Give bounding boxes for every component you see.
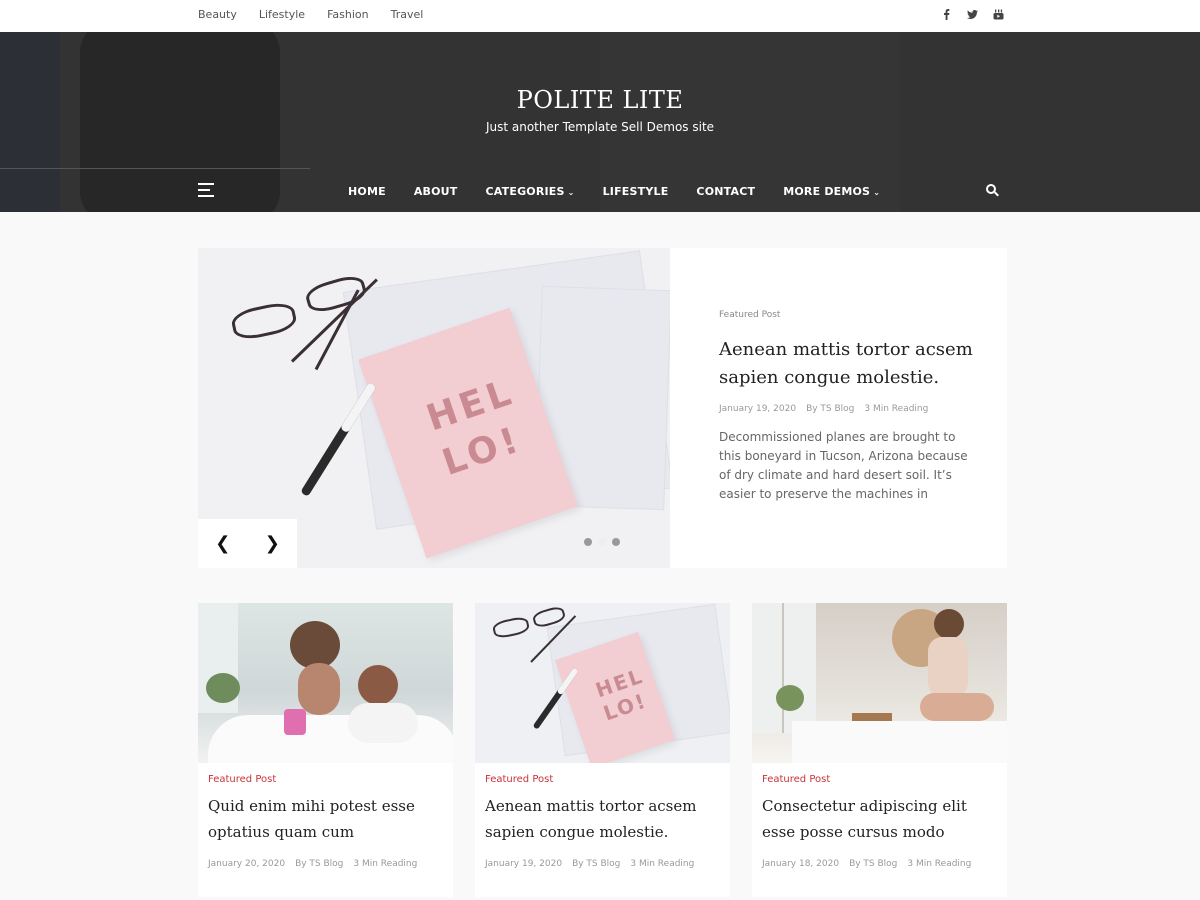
site-title[interactable]: POLITE LITE: [0, 86, 1200, 114]
featured-content: Featured Post Aenean mattis tortor acsem…: [719, 310, 979, 504]
top-bar: Beauty Lifestyle Fashion Travel: [0, 0, 1200, 32]
nav-item-contact[interactable]: CONTACT: [696, 185, 755, 198]
site-header: POLITE LITE Just another Template Sell D…: [0, 32, 1200, 212]
nav-label: HOME: [348, 185, 386, 198]
prev-arrow-icon[interactable]: ❮: [215, 533, 230, 554]
bathtub-shape: [792, 721, 1007, 763]
nav-item-about[interactable]: ABOUT: [414, 185, 458, 198]
facebook-icon[interactable]: [940, 8, 952, 20]
card-body: Featured Post Quid enim mihi potest esse…: [198, 763, 453, 880]
top-link-beauty[interactable]: Beauty: [198, 8, 237, 21]
slider-dots: [584, 538, 620, 546]
nav-item-home[interactable]: HOME: [348, 185, 386, 198]
nav-label: CONTACT: [696, 185, 756, 198]
post-thumbnail[interactable]: [752, 603, 1007, 763]
person-shape: [934, 609, 964, 639]
post-date: January 18, 2020: [762, 859, 840, 869]
featured-title[interactable]: Aenean mattis tortor acsem sapien congue…: [719, 336, 979, 392]
person-shape: [358, 665, 398, 705]
person-shape: [348, 703, 418, 743]
card-category[interactable]: Featured Post: [208, 774, 443, 785]
post-thumbnail[interactable]: HEL LO!: [475, 603, 730, 763]
glasses-icon: [229, 299, 299, 343]
slider-dot[interactable]: [598, 538, 606, 546]
next-arrow-icon[interactable]: ❯: [265, 533, 280, 554]
post-author[interactable]: By TS Blog: [295, 859, 343, 869]
reading-time: 3 Min Reading: [907, 859, 972, 869]
post-author[interactable]: By TS Blog: [806, 404, 854, 414]
search-icon[interactable]: [986, 184, 1000, 198]
window-frame: [782, 603, 784, 733]
slider-controls: ❮ ❯: [198, 519, 297, 568]
card-meta: January 20, 2020 By TS Blog 3 Min Readin…: [208, 859, 443, 869]
plant-shape: [206, 673, 240, 703]
nav-label: LIFESTYLE: [602, 185, 669, 198]
reading-time: 3 Min Reading: [353, 859, 418, 869]
tray-shape: [852, 713, 892, 721]
card-body: Featured Post Consectetur adipiscing eli…: [752, 763, 1007, 880]
post-card: Featured Post Consectetur adipiscing eli…: [752, 603, 1007, 897]
nav-label: ABOUT: [413, 185, 458, 198]
chevron-down-icon: ⌄: [567, 188, 575, 197]
post-author[interactable]: By TS Blog: [572, 859, 620, 869]
social-links: [940, 8, 1004, 20]
card-category[interactable]: Featured Post: [485, 774, 720, 785]
pink-cup-shape: [284, 709, 306, 735]
post-card: HEL LO! Featured Post Aenean mattis tort…: [475, 603, 730, 897]
featured-excerpt: Decommissioned planes are brought to thi…: [719, 430, 968, 501]
top-link-lifestyle[interactable]: Lifestyle: [259, 8, 305, 21]
twitter-icon[interactable]: [966, 8, 978, 20]
header-divider: [0, 168, 310, 169]
featured-meta: January 19, 2020 By TS Blog 3 Min Readin…: [719, 404, 979, 414]
card-category[interactable]: Featured Post: [762, 774, 997, 785]
nav-item-categories[interactable]: CATEGORIES ⌄: [486, 185, 575, 198]
post-author[interactable]: By TS Blog: [849, 859, 897, 869]
chevron-down-icon: ⌄: [873, 188, 881, 197]
nav-label: CATEGORIES: [485, 185, 565, 198]
top-category-links: Beauty Lifestyle Fashion Travel: [198, 8, 423, 21]
site-tagline: Just another Template Sell Demos site: [485, 120, 715, 134]
post-thumbnail[interactable]: [198, 603, 453, 763]
plant-shape: [776, 685, 804, 711]
main-navigation: HOME ABOUT CATEGORIES ⌄ LIFESTYLE CONTACT…: [348, 185, 880, 198]
nav-label: MORE DEMOS: [783, 185, 871, 198]
top-link-fashion[interactable]: Fashion: [327, 8, 369, 21]
card-title[interactable]: Quid enim mihi potest esse optatius quam…: [208, 793, 443, 845]
card-title[interactable]: Consectetur adipiscing elit esse posse c…: [762, 793, 997, 845]
featured-slider: HEL LO! ❮ ❯ Featured Post Aenean mattis …: [198, 248, 1007, 568]
post-date: January 20, 2020: [208, 859, 286, 869]
top-link-travel[interactable]: Travel: [391, 8, 424, 21]
reading-time: 3 Min Reading: [864, 404, 929, 414]
featured-category[interactable]: Featured Post: [719, 310, 979, 320]
post-date: January 19, 2020: [719, 404, 797, 414]
person-shape: [290, 621, 340, 669]
youtube-icon[interactable]: [992, 8, 1004, 20]
featured-image[interactable]: HEL LO! ❮ ❯: [198, 248, 670, 568]
nav-item-more-demos[interactable]: MORE DEMOS ⌄: [783, 185, 880, 198]
slider-dot[interactable]: [612, 538, 620, 546]
person-shape: [920, 693, 994, 721]
slider-dot[interactable]: [584, 538, 592, 546]
reading-time: 3 Min Reading: [630, 859, 695, 869]
post-date: January 19, 2020: [485, 859, 563, 869]
card-meta: January 18, 2020 By TS Blog 3 Min Readin…: [762, 859, 997, 869]
card-body: Featured Post Aenean mattis tortor acsem…: [475, 763, 730, 880]
person-shape: [298, 663, 340, 715]
nav-item-lifestyle[interactable]: LIFESTYLE: [603, 185, 669, 198]
card-title[interactable]: Aenean mattis tortor acsem sapien congue…: [485, 793, 720, 845]
person-shape: [928, 637, 968, 697]
post-card: Featured Post Quid enim mihi potest esse…: [198, 603, 453, 897]
window-shape: [752, 603, 816, 733]
glasses-icon: [491, 615, 531, 640]
card-meta: January 19, 2020 By TS Blog 3 Min Readin…: [485, 859, 720, 869]
hamburger-menu-icon[interactable]: [198, 183, 214, 197]
